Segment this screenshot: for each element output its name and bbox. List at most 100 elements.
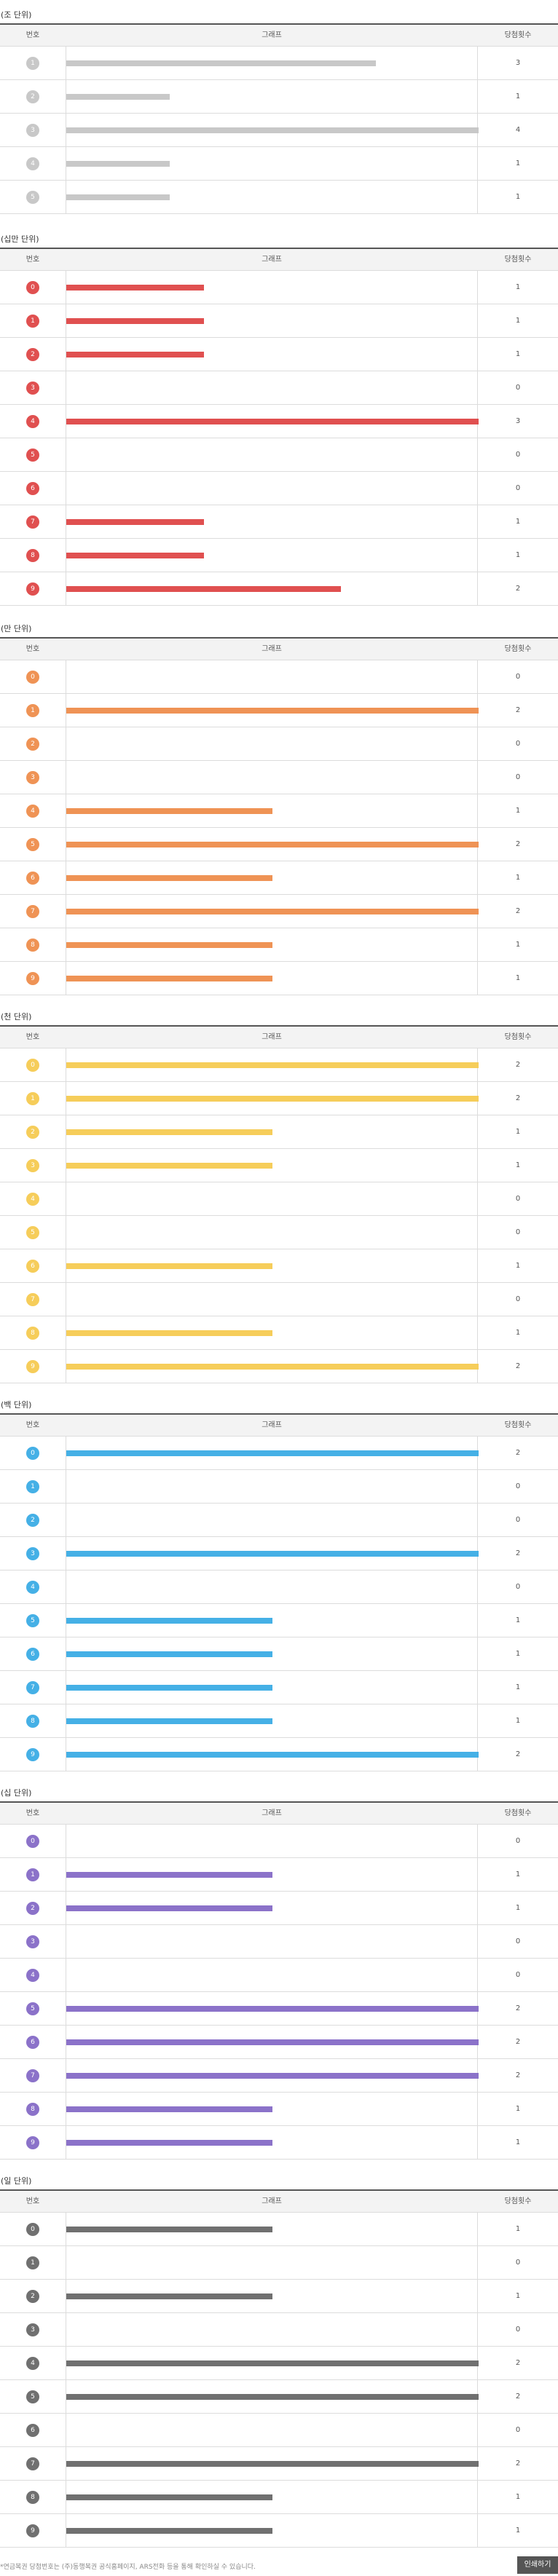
graph-cell	[66, 2347, 479, 2379]
win-count: 1	[515, 1650, 521, 1658]
frequency-bar	[66, 708, 479, 714]
frequency-bar	[66, 808, 272, 814]
chart-section: (백 단위) 번호 그래프 당첨횟수 0 2 1 0 2 0 3 2 4 0 5 1 6 1 7 1 8 1 9 2	[0, 1390, 558, 1771]
frequency-bar	[66, 2140, 272, 2146]
header-graph: 그래프	[262, 1421, 282, 1429]
graph-cell	[66, 1283, 478, 1316]
table-row: 92	[0, 1738, 558, 1771]
number-ball: 8	[26, 939, 39, 952]
table-row: 11	[0, 1858, 558, 1892]
win-count: 2	[515, 840, 521, 848]
win-count: 0	[515, 1482, 521, 1490]
number-ball: 6	[26, 1648, 39, 1661]
table-row: 81	[0, 928, 558, 962]
table-row: 30	[0, 371, 558, 405]
graph-cell	[66, 338, 478, 371]
footer-note: *연금복권 당첨번호는 (주)동행복권 공식홈페이지, ARS전화 등을 통해 …	[0, 2564, 256, 2571]
frequency-bar	[66, 194, 170, 200]
table-row: 61	[0, 1637, 558, 1671]
print-button[interactable]: 인쇄하기	[517, 2556, 558, 2574]
graph-cell	[66, 2093, 478, 2125]
frequency-bar	[66, 1062, 479, 1068]
table-row: 91	[0, 2126, 558, 2160]
number-ball: 7	[26, 2069, 39, 2082]
table-row: 41	[0, 147, 558, 181]
win-count: 3	[515, 417, 521, 425]
chart-section: (십 단위) 번호 그래프 당첨횟수 0 0 1 1 2 1 3 0 4 0 5 2 6 2 7 2 8 1 9 1	[0, 1778, 558, 2160]
frequency-bar	[66, 909, 479, 914]
win-count: 2	[515, 1750, 521, 1758]
number-ball: 3	[26, 382, 39, 395]
number-ball: 1	[26, 2256, 39, 2269]
number-ball: 4	[26, 1193, 39, 1206]
frequency-bar	[66, 1651, 272, 1657]
frequency-bar	[66, 2006, 479, 2012]
graph-cell	[66, 2126, 478, 2159]
win-count: 2	[515, 585, 521, 593]
number-ball: 4	[26, 1581, 39, 1594]
table-row: 43	[0, 405, 558, 438]
frequency-bar	[66, 2461, 479, 2467]
chart-section: (만 단위) 번호 그래프 당첨횟수 0 0 1 2 2 0 3 0 4 1 5 2 6 1 7 2 8 1 9 1	[0, 614, 558, 995]
graph-cell	[66, 1637, 478, 1670]
win-count: 0	[515, 1971, 521, 1979]
chart-title: (조 단위)	[1, 10, 32, 20]
graph-cell	[66, 539, 478, 572]
number-ball: 5	[26, 2002, 39, 2015]
table-row: 81	[0, 1316, 558, 1350]
table-row: 21	[0, 2280, 558, 2313]
table-row: 30	[0, 761, 558, 794]
number-ball: 4	[26, 1969, 39, 1982]
number-ball: 3	[26, 124, 39, 137]
number-ball: 9	[26, 972, 39, 985]
number-ball: 1	[26, 1868, 39, 1881]
win-count: 1	[515, 2526, 521, 2534]
table-header: 번호 그래프 당첨횟수	[0, 2191, 558, 2213]
win-count: 1	[515, 551, 521, 559]
table-row: 01	[0, 2213, 558, 2246]
number-ball: 5	[26, 1614, 39, 1627]
chart-title: (십만 단위)	[1, 234, 39, 244]
table-row: 10	[0, 1470, 558, 1504]
graph-cell	[66, 962, 478, 995]
frequency-bar	[66, 1364, 479, 1370]
frequency-bar	[66, 976, 272, 981]
number-ball: 2	[26, 348, 39, 361]
number-ball: 8	[26, 2491, 39, 2504]
number-ball: 5	[26, 1226, 39, 1239]
frequency-bar	[66, 127, 479, 133]
graph-cell	[66, 1249, 478, 1282]
table-row: 40	[0, 1571, 558, 1604]
graph-cell	[66, 694, 479, 727]
win-count: 1	[515, 2292, 521, 2300]
win-count: 0	[515, 1228, 521, 1236]
graph-cell	[66, 727, 478, 760]
win-count: 4	[515, 126, 521, 134]
frequency-bar	[66, 318, 204, 324]
graph-cell	[66, 1571, 478, 1603]
chart-title: (만 단위)	[1, 624, 32, 633]
number-ball: 7	[26, 905, 39, 918]
win-count: 0	[515, 2259, 521, 2267]
footer: *연금복권 당첨번호는 (주)동행복권 공식홈페이지, ARS전화 등을 통해 …	[0, 2554, 558, 2576]
number-ball: 8	[26, 1715, 39, 1728]
table-row: 61	[0, 861, 558, 895]
number-ball: 5	[26, 449, 39, 462]
number-ball: 4	[26, 157, 39, 170]
win-count: 0	[515, 1195, 521, 1203]
win-count: 1	[515, 874, 521, 882]
graph-cell	[66, 371, 478, 404]
table-row: 30	[0, 2313, 558, 2347]
win-count: 0	[515, 673, 521, 681]
number-ball: 6	[26, 2424, 39, 2437]
table-row: 13	[0, 47, 558, 80]
win-count: 1	[515, 518, 521, 526]
graph-cell	[66, 1350, 479, 1383]
graph-cell	[66, 2026, 479, 2058]
graph-cell	[66, 895, 479, 928]
header-number: 번호	[25, 1421, 40, 1429]
win-count: 0	[515, 1583, 521, 1591]
win-count: 2	[515, 2038, 521, 2046]
graph-cell	[66, 828, 479, 861]
number-ball: 8	[26, 549, 39, 562]
